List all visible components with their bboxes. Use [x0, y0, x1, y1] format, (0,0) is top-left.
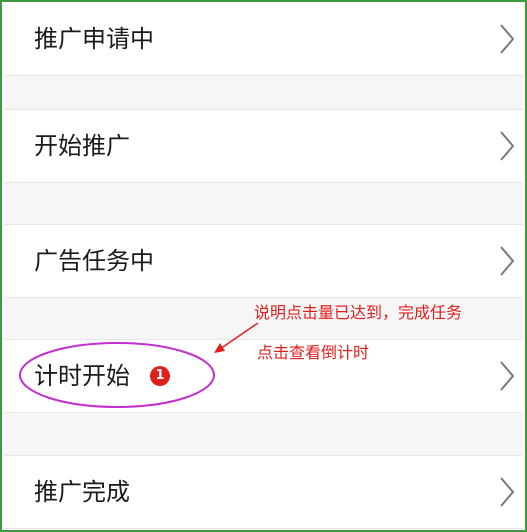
- chevron-right-icon: [497, 356, 517, 396]
- section-gap: [4, 413, 523, 455]
- chevron-right-icon: [497, 241, 517, 281]
- annotation-text-line2: 点击查看倒计时: [257, 343, 370, 362]
- menu-item-label: 推广完成: [34, 478, 130, 506]
- chevron-right-icon: [497, 19, 517, 59]
- notification-badge: 1: [150, 366, 170, 386]
- menu-item-promotion-complete[interactable]: 推广完成: [4, 455, 523, 529]
- section-gap: [4, 183, 523, 224]
- chevron-right-icon: [497, 472, 517, 512]
- menu-item-label: 推广申请中: [34, 24, 154, 53]
- menu-item-label: 开始推广: [34, 132, 130, 160]
- screenshot-frame: 推广申请中 开始推广 广告任务中 计时开始 1 推广完成 说明点击量已达到，完成…: [0, 0, 527, 532]
- menu-item-label: 计时开始: [34, 362, 130, 390]
- section-gap: [4, 76, 523, 109]
- menu-item-ad-tasks[interactable]: 广告任务中: [4, 224, 523, 298]
- menu-item-start-promotion[interactable]: 开始推广: [4, 109, 523, 183]
- annotation-text-line1: 说明点击量已达到，完成任务: [254, 303, 463, 322]
- menu-item-promotion-applying[interactable]: 推广申请中: [4, 2, 523, 76]
- chevron-right-icon: [497, 126, 517, 166]
- menu-item-label: 广告任务中: [34, 247, 154, 275]
